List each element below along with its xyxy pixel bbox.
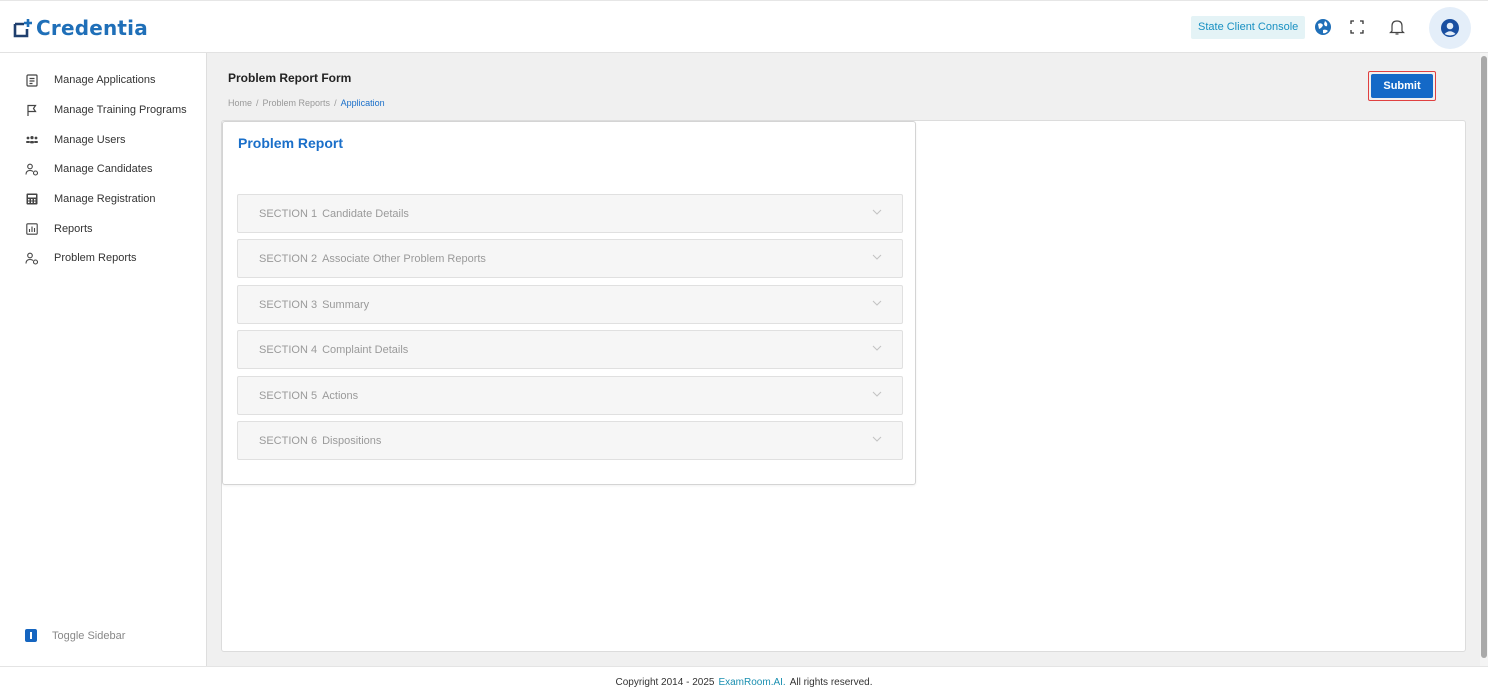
section-number: SECTION 1 <box>259 207 318 220</box>
toggle-sidebar-label: Toggle Sidebar <box>52 629 126 642</box>
language-globe-icon[interactable] <box>1312 16 1334 38</box>
chevron-down-icon <box>872 300 882 306</box>
section-name: Actions <box>322 389 359 402</box>
footer-rights: All rights reserved. <box>789 676 873 688</box>
chevron-down-icon <box>872 436 882 442</box>
footer-copyright: Copyright 2014 - 2025 <box>615 676 715 688</box>
sidebar-item-label: Reports <box>54 223 93 235</box>
section-6-accordion[interactable]: SECTION 6 Dispositions <box>237 421 903 460</box>
breadcrumb-application[interactable]: Application <box>341 98 385 108</box>
chevron-down-icon <box>872 254 882 260</box>
vertical-scrollbar-thumb[interactable] <box>1481 56 1487 658</box>
sidebar-toggle-icon <box>25 629 37 642</box>
section-name: Associate Other Problem Reports <box>322 252 486 265</box>
section-number: SECTION 5 <box>259 389 318 402</box>
calculator-icon <box>25 192 39 206</box>
submit-button[interactable]: Submit <box>1371 74 1433 98</box>
sidebar-item-manage-candidates[interactable]: Manage Candidates <box>0 156 206 182</box>
section-1-accordion[interactable]: SECTION 1 Candidate Details <box>237 194 903 233</box>
users-icon <box>25 133 39 147</box>
breadcrumb-home[interactable]: Home <box>228 98 252 108</box>
section-2-accordion[interactable]: SECTION 2 Associate Other Problem Report… <box>237 239 903 278</box>
fullscreen-icon[interactable] <box>1346 16 1368 38</box>
section-3-accordion[interactable]: SECTION 3 Summary <box>237 285 903 324</box>
sidebar-item-label: Manage Registration <box>54 193 156 205</box>
section-5-accordion[interactable]: SECTION 5 Actions <box>237 376 903 415</box>
section-number: SECTION 6 <box>259 434 318 447</box>
problem-reports-icon <box>25 251 39 265</box>
flag-icon <box>25 103 39 117</box>
sidebar-item-label: Manage Applications <box>54 74 156 86</box>
bell-icon[interactable] <box>1386 16 1408 38</box>
section-name: Complaint Details <box>322 343 409 356</box>
section-4-accordion[interactable]: SECTION 4 Complaint Details <box>237 330 903 369</box>
sidebar-item-label: Manage Users <box>54 134 126 146</box>
section-name: Summary <box>322 298 370 311</box>
toggle-sidebar-button[interactable]: Toggle Sidebar <box>25 629 125 642</box>
sidebar-item-problem-reports[interactable]: Problem Reports <box>0 245 206 271</box>
sidebar-item-manage-applications[interactable]: Manage Applications <box>0 67 206 93</box>
main-content: Problem Report Form Home / Problem Reports… <box>207 53 1480 666</box>
document-icon <box>25 73 39 87</box>
sidebar-item-label: Manage Candidates <box>54 163 153 175</box>
sidebar-item-manage-registration[interactable]: Manage Registration <box>0 186 206 212</box>
logo-mark-icon <box>12 17 34 39</box>
breadcrumb-problem-reports[interactable]: Problem Reports <box>263 98 331 108</box>
chart-icon <box>25 222 39 236</box>
credentia-logo[interactable]: Credentia <box>12 15 148 41</box>
chevron-down-icon <box>872 209 882 215</box>
section-number: SECTION 4 <box>259 343 318 356</box>
submit-button-focus-ring: Submit <box>1368 71 1436 101</box>
sidebar-item-reports[interactable]: Reports <box>0 216 206 242</box>
section-name: Dispositions <box>322 434 382 447</box>
sidebar-item-label: Manage Training Programs <box>54 104 187 116</box>
problem-report-card: Problem Report SECTION 1 Candidate Detai… <box>222 121 916 485</box>
sidebar-item-label: Problem Reports <box>54 252 137 264</box>
console-badge[interactable]: State Client Console <box>1191 16 1306 39</box>
footer: Copyright 2014 - 2025 ExamRoom.AI. All r… <box>0 666 1488 697</box>
sidebar-item-manage-training-programs[interactable]: Manage Training Programs <box>0 97 206 123</box>
user-circle-icon <box>1441 19 1459 37</box>
section-name: Candidate Details <box>322 207 409 220</box>
breadcrumb: Home / Problem Reports / Application <box>228 98 385 108</box>
top-header: Credentia State Client Console <box>0 0 1488 53</box>
chevron-down-icon <box>872 345 882 351</box>
logo-text: Credentia <box>36 16 148 40</box>
sidebar: Manage Applications Manage Training Prog… <box>0 53 207 666</box>
user-avatar[interactable] <box>1429 7 1471 49</box>
sidebar-item-manage-users[interactable]: Manage Users <box>0 127 206 153</box>
page-title: Problem Report Form <box>228 71 352 85</box>
candidates-icon <box>25 162 39 176</box>
content-panel: Problem Report SECTION 1 Candidate Detai… <box>221 120 1466 652</box>
footer-brand-link[interactable]: ExamRoom.AI. <box>718 677 785 688</box>
card-title: Problem Report <box>238 135 344 151</box>
chevron-down-icon <box>872 391 882 397</box>
section-number: SECTION 3 <box>259 298 318 311</box>
section-number: SECTION 2 <box>259 252 318 265</box>
